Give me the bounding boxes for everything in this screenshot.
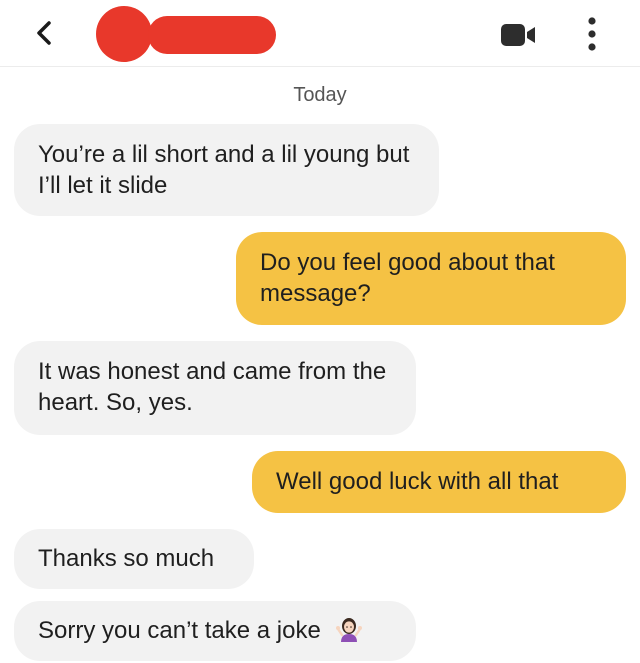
redacted-name[interactable] [148, 16, 276, 54]
message-bubble-incoming[interactable]: It was honest and came from the heart. S… [14, 341, 416, 435]
message-text: You’re a lil short and a lil young but I… [38, 141, 410, 199]
message-bubble-incoming[interactable]: You’re a lil short and a lil young but I… [14, 124, 439, 216]
more-options-button[interactable] [582, 14, 602, 54]
message-bubble-outgoing[interactable]: Well good luck with all that [252, 451, 626, 513]
person-shrugging-emoji-icon [335, 615, 363, 643]
message-bubble-outgoing[interactable]: Do you feel good about that message? [236, 232, 626, 325]
message-bubble-incoming[interactable]: Thanks so much [14, 529, 254, 589]
message-text: It was honest and came from the heart. S… [38, 358, 387, 416]
date-divider: Today [293, 84, 347, 106]
message-text: Sorry you can’t take a joke [38, 617, 321, 644]
message-bubble-incoming[interactable]: Sorry you can’t take a joke [14, 601, 416, 661]
video-call-button[interactable] [500, 22, 538, 48]
video-camera-icon [501, 24, 535, 46]
vertical-dots-icon [588, 17, 596, 51]
chevron-left-icon [37, 21, 51, 45]
message-text: Thanks so much [38, 545, 215, 572]
back-button[interactable] [30, 18, 60, 48]
message-text: Do you feel good about that message? [260, 249, 555, 307]
message-text: Well good luck with all that [276, 468, 559, 495]
redacted-avatar[interactable] [96, 6, 152, 62]
chat-header [0, 0, 640, 67]
